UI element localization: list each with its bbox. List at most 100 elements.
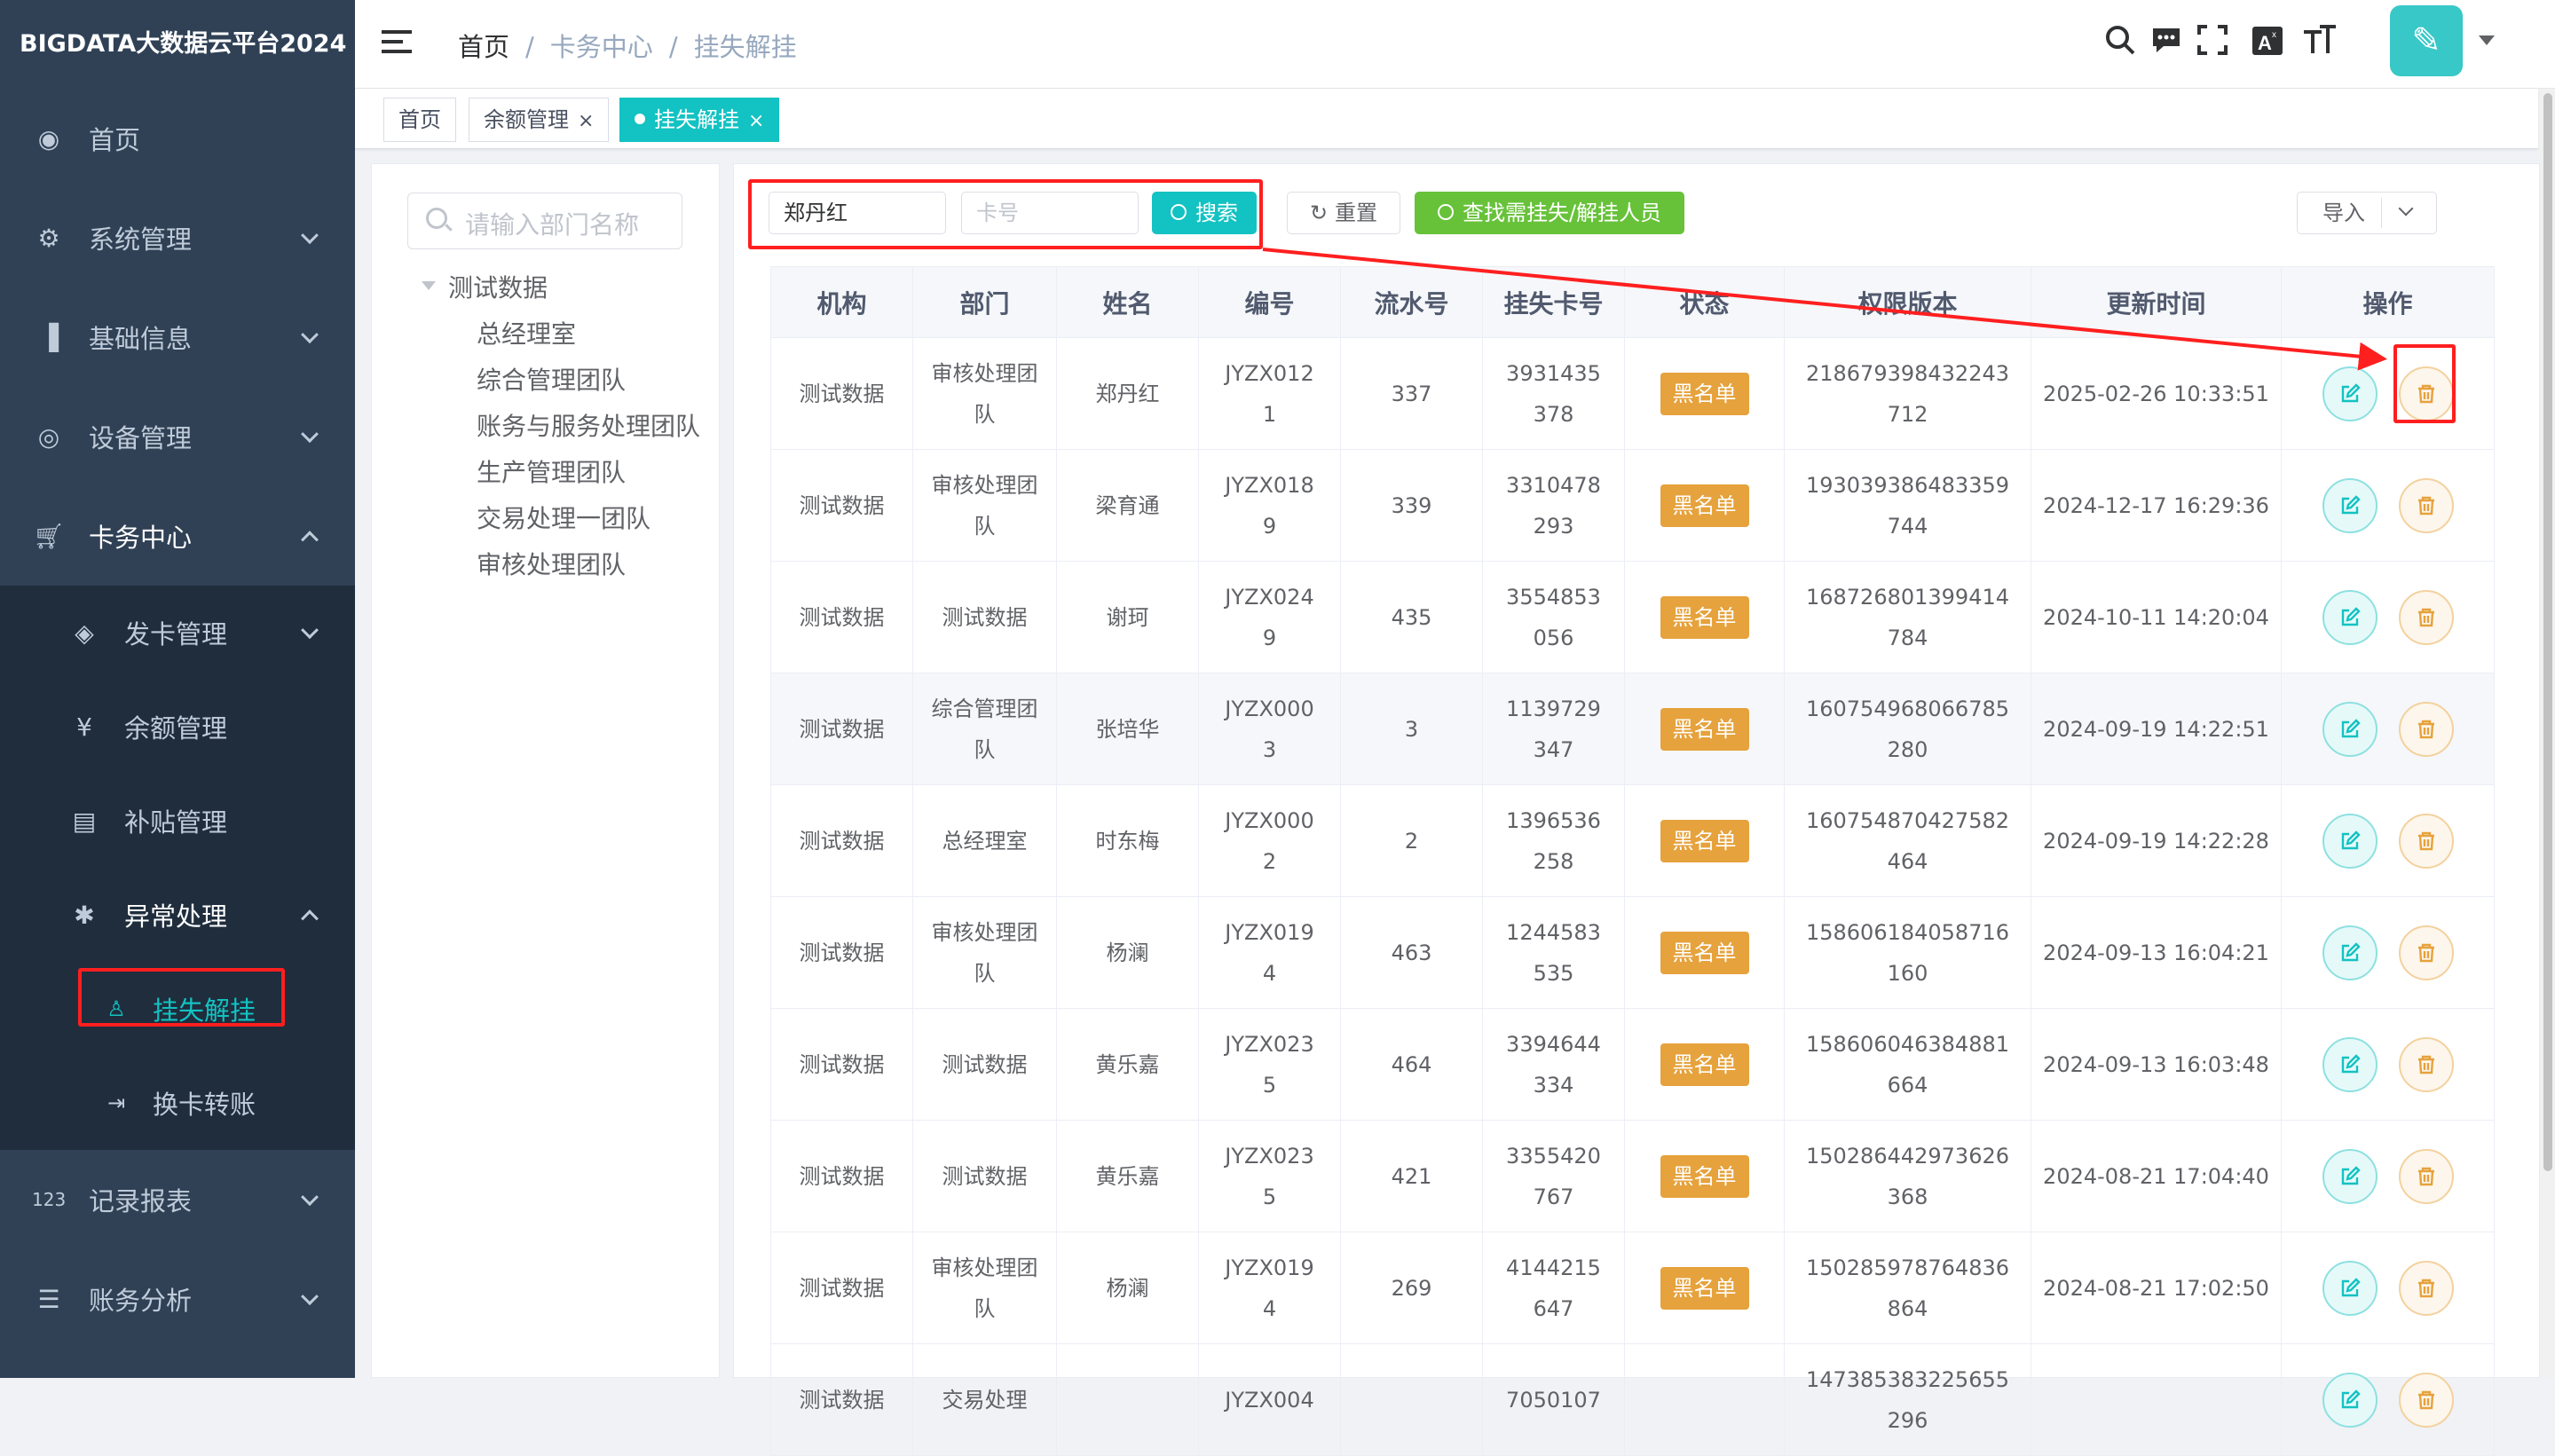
- edit-button[interactable]: [2322, 1260, 2378, 1316]
- menu-card-issue[interactable]: ◈ 发卡管理: [0, 586, 355, 680]
- yen-icon: ¥: [76, 712, 92, 742]
- cell-status: 黑名单: [1624, 896, 1785, 1009]
- edit-button[interactable]: [2322, 1036, 2378, 1092]
- message-icon[interactable]: [2149, 23, 2183, 65]
- delete-button[interactable]: [2398, 477, 2454, 533]
- tree-node[interactable]: 账务与服务处理团队: [477, 407, 707, 443]
- cell-text: 时东梅: [1095, 828, 1160, 854]
- scrollbar-thumb[interactable]: [2543, 93, 2552, 1171]
- edit-icon: [2341, 718, 2361, 737]
- import-dropdown[interactable]: 导入: [2297, 192, 2437, 234]
- dept-search-input[interactable]: 请输入部门名称: [407, 193, 682, 249]
- cell-text: 谢珂: [1106, 604, 1149, 630]
- cell-serial: 339: [1340, 449, 1483, 562]
- menu-label: 卡务中心: [89, 523, 193, 553]
- cell-text: 147385383225655296: [1805, 1366, 2010, 1433]
- edit-button[interactable]: [2322, 701, 2378, 757]
- trash-icon: [2417, 1279, 2434, 1297]
- avatar[interactable]: ✎: [2390, 5, 2463, 76]
- menu-label: 补贴管理: [124, 807, 228, 838]
- cell-org: 测试数据: [770, 449, 913, 562]
- cell-lost-card: 1139729347: [1482, 673, 1625, 785]
- cell-dept: 测试数据: [912, 1008, 1057, 1121]
- chevron-down-icon: [301, 326, 319, 344]
- cell-text: 4144215647: [1506, 1255, 1601, 1321]
- menu-reports[interactable]: 123 记录报表: [0, 1150, 355, 1249]
- bar-chart-icon: ▐: [39, 322, 59, 352]
- table-row: 测试数据 审核处理团队 梁育通 JYZX0189 339 3310478293 黑名单 193…: [770, 449, 2495, 562]
- col-name: 姓名: [1056, 266, 1199, 338]
- cell-text: 测试数据: [799, 1275, 885, 1301]
- menu-system[interactable]: ⚙ 系统管理: [0, 188, 355, 287]
- delete-button[interactable]: [2398, 1372, 2454, 1428]
- hamburger-icon[interactable]: [382, 30, 412, 57]
- cell-permission-version: 218679398432243712: [1784, 337, 2031, 450]
- breadcrumb-home[interactable]: 首页: [458, 32, 509, 62]
- tree-node[interactable]: 总经理室: [477, 315, 707, 350]
- cell-serial: 464: [1340, 1008, 1483, 1121]
- cell-text: 2024-09-19 14:22:51: [2043, 716, 2269, 742]
- breadcrumb-sep: /: [668, 32, 678, 62]
- edit-button[interactable]: [2322, 813, 2378, 869]
- translate-icon[interactable]: Ax: [2251, 23, 2284, 65]
- menu-label: 换卡转账: [153, 1090, 256, 1120]
- close-icon[interactable]: ×: [748, 110, 764, 132]
- edit-button[interactable]: [2322, 477, 2378, 533]
- reset-button[interactable]: ↻ 重置: [1287, 192, 1400, 234]
- cell-org: 测试数据: [770, 673, 913, 785]
- cell-text: 339: [1391, 492, 1432, 518]
- edit-button[interactable]: [2322, 366, 2378, 421]
- font-size-icon[interactable]: [2302, 23, 2338, 65]
- menu-home[interactable]: ◉ 首页: [0, 89, 355, 188]
- navbar: 首页 / 卡务中心 / 挂失解挂 Ax ✎: [355, 0, 2555, 89]
- cell-status: 黑名单: [1624, 784, 1785, 897]
- caret-down-icon[interactable]: [422, 281, 436, 290]
- table-row: 测试数据 测试数据 黄乐嘉 JYZX0235 421 3355420767 黑名单 15028…: [770, 1120, 2495, 1232]
- close-icon[interactable]: ×: [578, 110, 594, 132]
- tag-loss-report[interactable]: 挂失解挂 ×: [619, 98, 780, 142]
- edit-button[interactable]: [2322, 589, 2378, 645]
- tag-home[interactable]: 首页: [383, 98, 456, 142]
- cell-name: [1056, 1343, 1199, 1456]
- cell-text: 2024-09-19 14:22:28: [2043, 828, 2269, 854]
- cell-status: [1624, 1343, 1785, 1456]
- delete-button[interactable]: [2398, 1260, 2454, 1316]
- tree-node[interactable]: 综合管理团队: [477, 361, 707, 397]
- caret-down-icon[interactable]: [2479, 35, 2495, 45]
- edit-button[interactable]: [2322, 925, 2378, 980]
- menu-basic-info[interactable]: ▐ 基础信息: [0, 287, 355, 387]
- menu-balance[interactable]: ¥ 余额管理: [0, 680, 355, 774]
- delete-button[interactable]: [2398, 925, 2454, 980]
- tree-node[interactable]: 审核处理团队: [477, 546, 707, 581]
- find-person-button[interactable]: 查找需挂失/解挂人员: [1415, 192, 1684, 234]
- cell-number: JYZX0235: [1198, 1008, 1341, 1121]
- cell-text: JYZX0189: [1225, 472, 1314, 539]
- cell-name: 谢珂: [1056, 561, 1199, 673]
- cell-text: 测试数据: [799, 828, 885, 854]
- cell-text: JYZX0249: [1225, 584, 1314, 650]
- tree-root[interactable]: 测试数据: [448, 269, 548, 304]
- edit-icon: [2341, 382, 2361, 402]
- delete-button[interactable]: [2398, 589, 2454, 645]
- delete-button[interactable]: [2398, 1036, 2454, 1092]
- menu-card-transfer[interactable]: ⇥ 换卡转账: [0, 1056, 355, 1150]
- chevron-down-icon[interactable]: [2398, 201, 2414, 216]
- menu-card-center[interactable]: 🛒︎ 卡务中心: [0, 486, 355, 586]
- delete-button[interactable]: [2398, 813, 2454, 869]
- menu-accounting[interactable]: ☰ 账务分析: [0, 1249, 355, 1349]
- delete-button[interactable]: [2398, 701, 2454, 757]
- tag-balance[interactable]: 余额管理 ×: [469, 98, 610, 142]
- edit-button[interactable]: [2322, 1148, 2378, 1204]
- search-icon[interactable]: [2103, 23, 2137, 65]
- tree-node[interactable]: 交易处理一团队: [477, 500, 707, 535]
- cell-update-time: 2024-10-11 14:20:04: [2031, 561, 2282, 673]
- menu-exception[interactable]: ✱ 异常处理: [0, 868, 355, 962]
- card-center-submenu: ◈ 发卡管理 ¥ 余额管理 ▤ 补贴管理 ✱ 异常处理 ♙ 挂失解挂 ⇥ 换卡转…: [0, 586, 355, 1150]
- menu-device[interactable]: ◎ 设备管理: [0, 387, 355, 486]
- fullscreen-icon[interactable]: [2196, 23, 2229, 65]
- delete-button[interactable]: [2398, 1148, 2454, 1204]
- cell-text: JYZX0194: [1225, 1255, 1314, 1321]
- tree-node[interactable]: 生产管理团队: [477, 453, 707, 489]
- edit-button[interactable]: [2322, 1372, 2378, 1428]
- menu-subsidy[interactable]: ▤ 补贴管理: [0, 774, 355, 868]
